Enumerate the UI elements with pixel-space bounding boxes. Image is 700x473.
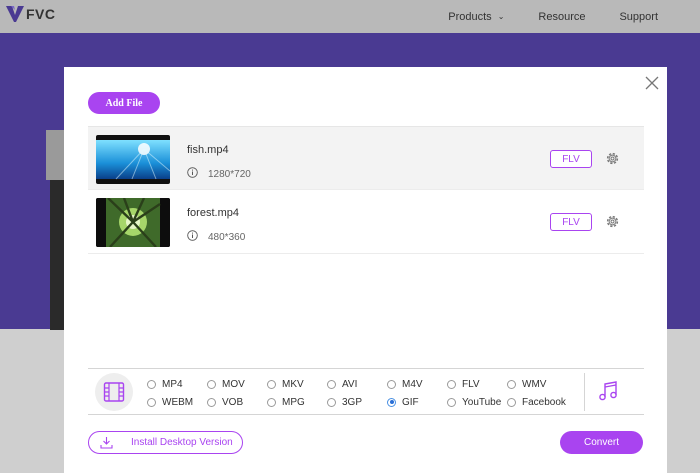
format-option-mkv[interactable]: MKV <box>267 375 304 393</box>
nav-products-label: Products <box>448 10 492 23</box>
format-label: M4V <box>402 378 423 390</box>
format-label: Facebook <box>522 396 566 408</box>
info-icon[interactable] <box>187 230 198 241</box>
main-nav: Products ⌄ Resource Support <box>448 0 700 33</box>
site-header: FVC Products ⌄ Resource Support <box>0 0 700 33</box>
format-label: MPG <box>282 396 305 408</box>
format-label: WEBM <box>162 396 194 408</box>
format-option-3gp[interactable]: 3GP <box>327 393 362 411</box>
format-option-webm[interactable]: WEBM <box>147 393 193 411</box>
convert-button[interactable]: Convert <box>560 431 643 454</box>
format-row: MP4 MOV MKV AVI M4V FLV WMV <box>147 375 587 393</box>
file-resolution: 1280*720 <box>208 169 251 180</box>
radio-button[interactable] <box>267 379 276 389</box>
format-label: MOV <box>222 378 245 390</box>
format-label: MKV <box>282 378 304 390</box>
add-file-button[interactable]: Add File <box>88 92 160 114</box>
file-name: forest.mp4 <box>187 207 239 219</box>
file-row[interactable]: fish.mp4 1280*720 FLV <box>88 126 644 190</box>
nav-resource-label: Resource <box>538 10 586 23</box>
fish-thumbnail-image <box>96 140 170 180</box>
download-icon <box>100 437 113 449</box>
radio-button[interactable] <box>447 397 456 407</box>
format-option-flv[interactable]: FLV <box>447 375 480 393</box>
radio-button[interactable] <box>207 379 216 389</box>
format-label: YouTube <box>462 396 502 408</box>
divider <box>584 373 585 411</box>
format-label: VOB <box>222 396 244 408</box>
nav-products[interactable]: Products ⌄ <box>448 11 504 23</box>
radio-button[interactable] <box>507 397 516 407</box>
format-grid: MP4 MOV MKV AVI M4V FLV WMV WEBM VOB MPG 3GP GIF Yo… <box>147 375 587 411</box>
video-thumbnail <box>96 198 170 247</box>
file-list: fish.mp4 1280*720 FLV forest.mp4 480*360… <box>88 126 644 254</box>
format-option-mpg[interactable]: MPG <box>267 393 305 411</box>
format-label: MP4 <box>162 378 183 390</box>
music-note-icon[interactable] <box>596 379 620 403</box>
video-formats-tab[interactable] <box>95 373 133 411</box>
format-label: WMV <box>522 378 547 390</box>
radio-button[interactable] <box>207 397 216 407</box>
output-format-button[interactable]: FLV <box>550 213 592 231</box>
install-desktop-label: Install Desktop Version <box>131 437 233 448</box>
format-label: FLV <box>462 378 480 390</box>
video-thumbnail <box>96 135 170 184</box>
format-option-mp4[interactable]: MP4 <box>147 375 183 393</box>
nav-resource[interactable]: Resource <box>538 11 585 23</box>
radio-button[interactable] <box>387 397 396 407</box>
radio-button[interactable] <box>387 379 396 389</box>
chevron-down-icon: ⌄ <box>497 12 505 21</box>
format-label: GIF <box>402 396 419 408</box>
format-row: WEBM VOB MPG 3GP GIF YouTube Facebook <box>147 393 587 411</box>
format-option-facebook[interactable]: Facebook <box>507 393 566 411</box>
convert-dialog: Add File fish.mp4 1280*720 FLV forest.mp… <box>64 67 667 473</box>
format-option-youtube[interactable]: YouTube <box>447 393 501 411</box>
output-format-button[interactable]: FLV <box>550 150 592 168</box>
radio-button[interactable] <box>327 379 336 389</box>
format-selector: MP4 MOV MKV AVI M4V FLV WMV WEBM VOB MPG 3GP GIF Yo… <box>88 368 644 415</box>
radio-button[interactable] <box>147 397 156 407</box>
format-option-vob[interactable]: VOB <box>207 393 243 411</box>
gear-icon[interactable] <box>605 214 620 229</box>
file-row[interactable]: forest.mp4 480*360 FLV <box>88 190 644 254</box>
logo[interactable]: FVC <box>5 4 56 24</box>
format-option-gif[interactable]: GIF <box>387 393 419 411</box>
format-option-m4v[interactable]: M4V <box>387 375 423 393</box>
format-option-mov[interactable]: MOV <box>207 375 245 393</box>
file-name: fish.mp4 <box>187 144 229 156</box>
fvc-logo-icon <box>6 6 24 22</box>
radio-button[interactable] <box>267 397 276 407</box>
radio-button[interactable] <box>447 379 456 389</box>
close-icon[interactable] <box>644 75 660 91</box>
forest-thumbnail-image <box>96 198 170 247</box>
install-desktop-button[interactable]: Install Desktop Version <box>88 431 243 454</box>
radio-button[interactable] <box>507 379 516 389</box>
brand-name: FVC <box>26 6 56 22</box>
format-option-avi[interactable]: AVI <box>327 375 357 393</box>
format-option-wmv[interactable]: WMV <box>507 375 546 393</box>
radio-button[interactable] <box>147 379 156 389</box>
file-resolution: 480*360 <box>208 232 246 243</box>
gear-icon[interactable] <box>605 151 620 166</box>
film-icon <box>103 382 125 402</box>
info-icon[interactable] <box>187 167 198 178</box>
radio-button[interactable] <box>327 397 336 407</box>
nav-support-label: Support <box>619 10 658 23</box>
format-label: 3GP <box>342 396 363 408</box>
nav-support[interactable]: Support <box>619 11 658 23</box>
format-label: AVI <box>342 378 358 390</box>
